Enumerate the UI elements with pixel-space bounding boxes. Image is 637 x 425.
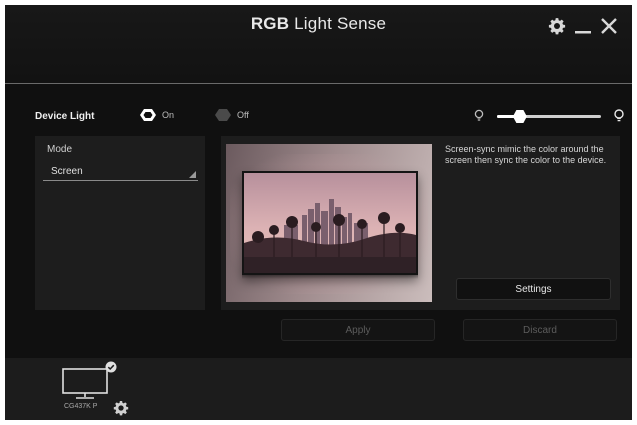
radio-unselected-icon [215,109,231,121]
slider-thumb[interactable] [512,110,527,123]
mode-dropdown-value: Screen [51,166,83,177]
close-button[interactable] [600,17,618,35]
screen-sync-settings-button[interactable]: Settings [456,278,611,300]
apply-button[interactable]: Apply [281,319,435,341]
settings-button[interactable] [548,17,566,35]
brightness-slider[interactable] [473,109,624,123]
tv-shadow [242,275,418,279]
mode-panel: Mode Screen [35,136,205,310]
screen-sync-description: Screen-sync mimic the color around the s… [445,144,607,165]
gear-icon [113,401,129,416]
device-settings-button[interactable] [113,400,129,421]
city-skyline-image [244,173,416,273]
dropdown-corner-icon [189,171,196,178]
minimize-button[interactable] [574,17,592,35]
bulb-dim-icon [474,109,484,121]
device-light-label: Device Light [35,111,95,122]
mode-dropdown[interactable]: Screen [43,160,198,181]
app-title-bold: RGB [250,14,290,33]
tv-image [242,171,418,275]
device-light-off-label: Off [237,110,249,120]
mode-label: Mode [47,144,73,155]
screen-sync-panel: Screen-sync mimic the color around the s… [221,136,620,310]
bulb-bright-icon [614,109,624,122]
device-light-off-radio[interactable]: Off [215,109,249,121]
app-window: RGB Light Sense Device Light On Off Mode… [5,5,632,420]
title-bar: RGB Light Sense [5,5,632,84]
device-monitor[interactable] [62,368,108,405]
minimize-icon [575,31,591,34]
check-circle-icon [105,361,117,373]
slider-track[interactable] [497,110,601,123]
device-connected-badge [105,360,117,378]
app-title: RGB Light Sense [5,14,632,34]
device-light-on-label: On [162,110,175,120]
gear-icon [548,18,566,35]
discard-button[interactable]: Discard [463,319,617,341]
device-light-on-radio[interactable]: On [140,109,174,121]
screen-sync-preview [226,144,432,302]
app-title-rest: Light Sense [294,14,387,33]
radio-selected-icon [140,109,156,121]
device-name: CG437K P [64,403,98,410]
close-icon [601,18,617,34]
monitor-icon [62,368,108,399]
